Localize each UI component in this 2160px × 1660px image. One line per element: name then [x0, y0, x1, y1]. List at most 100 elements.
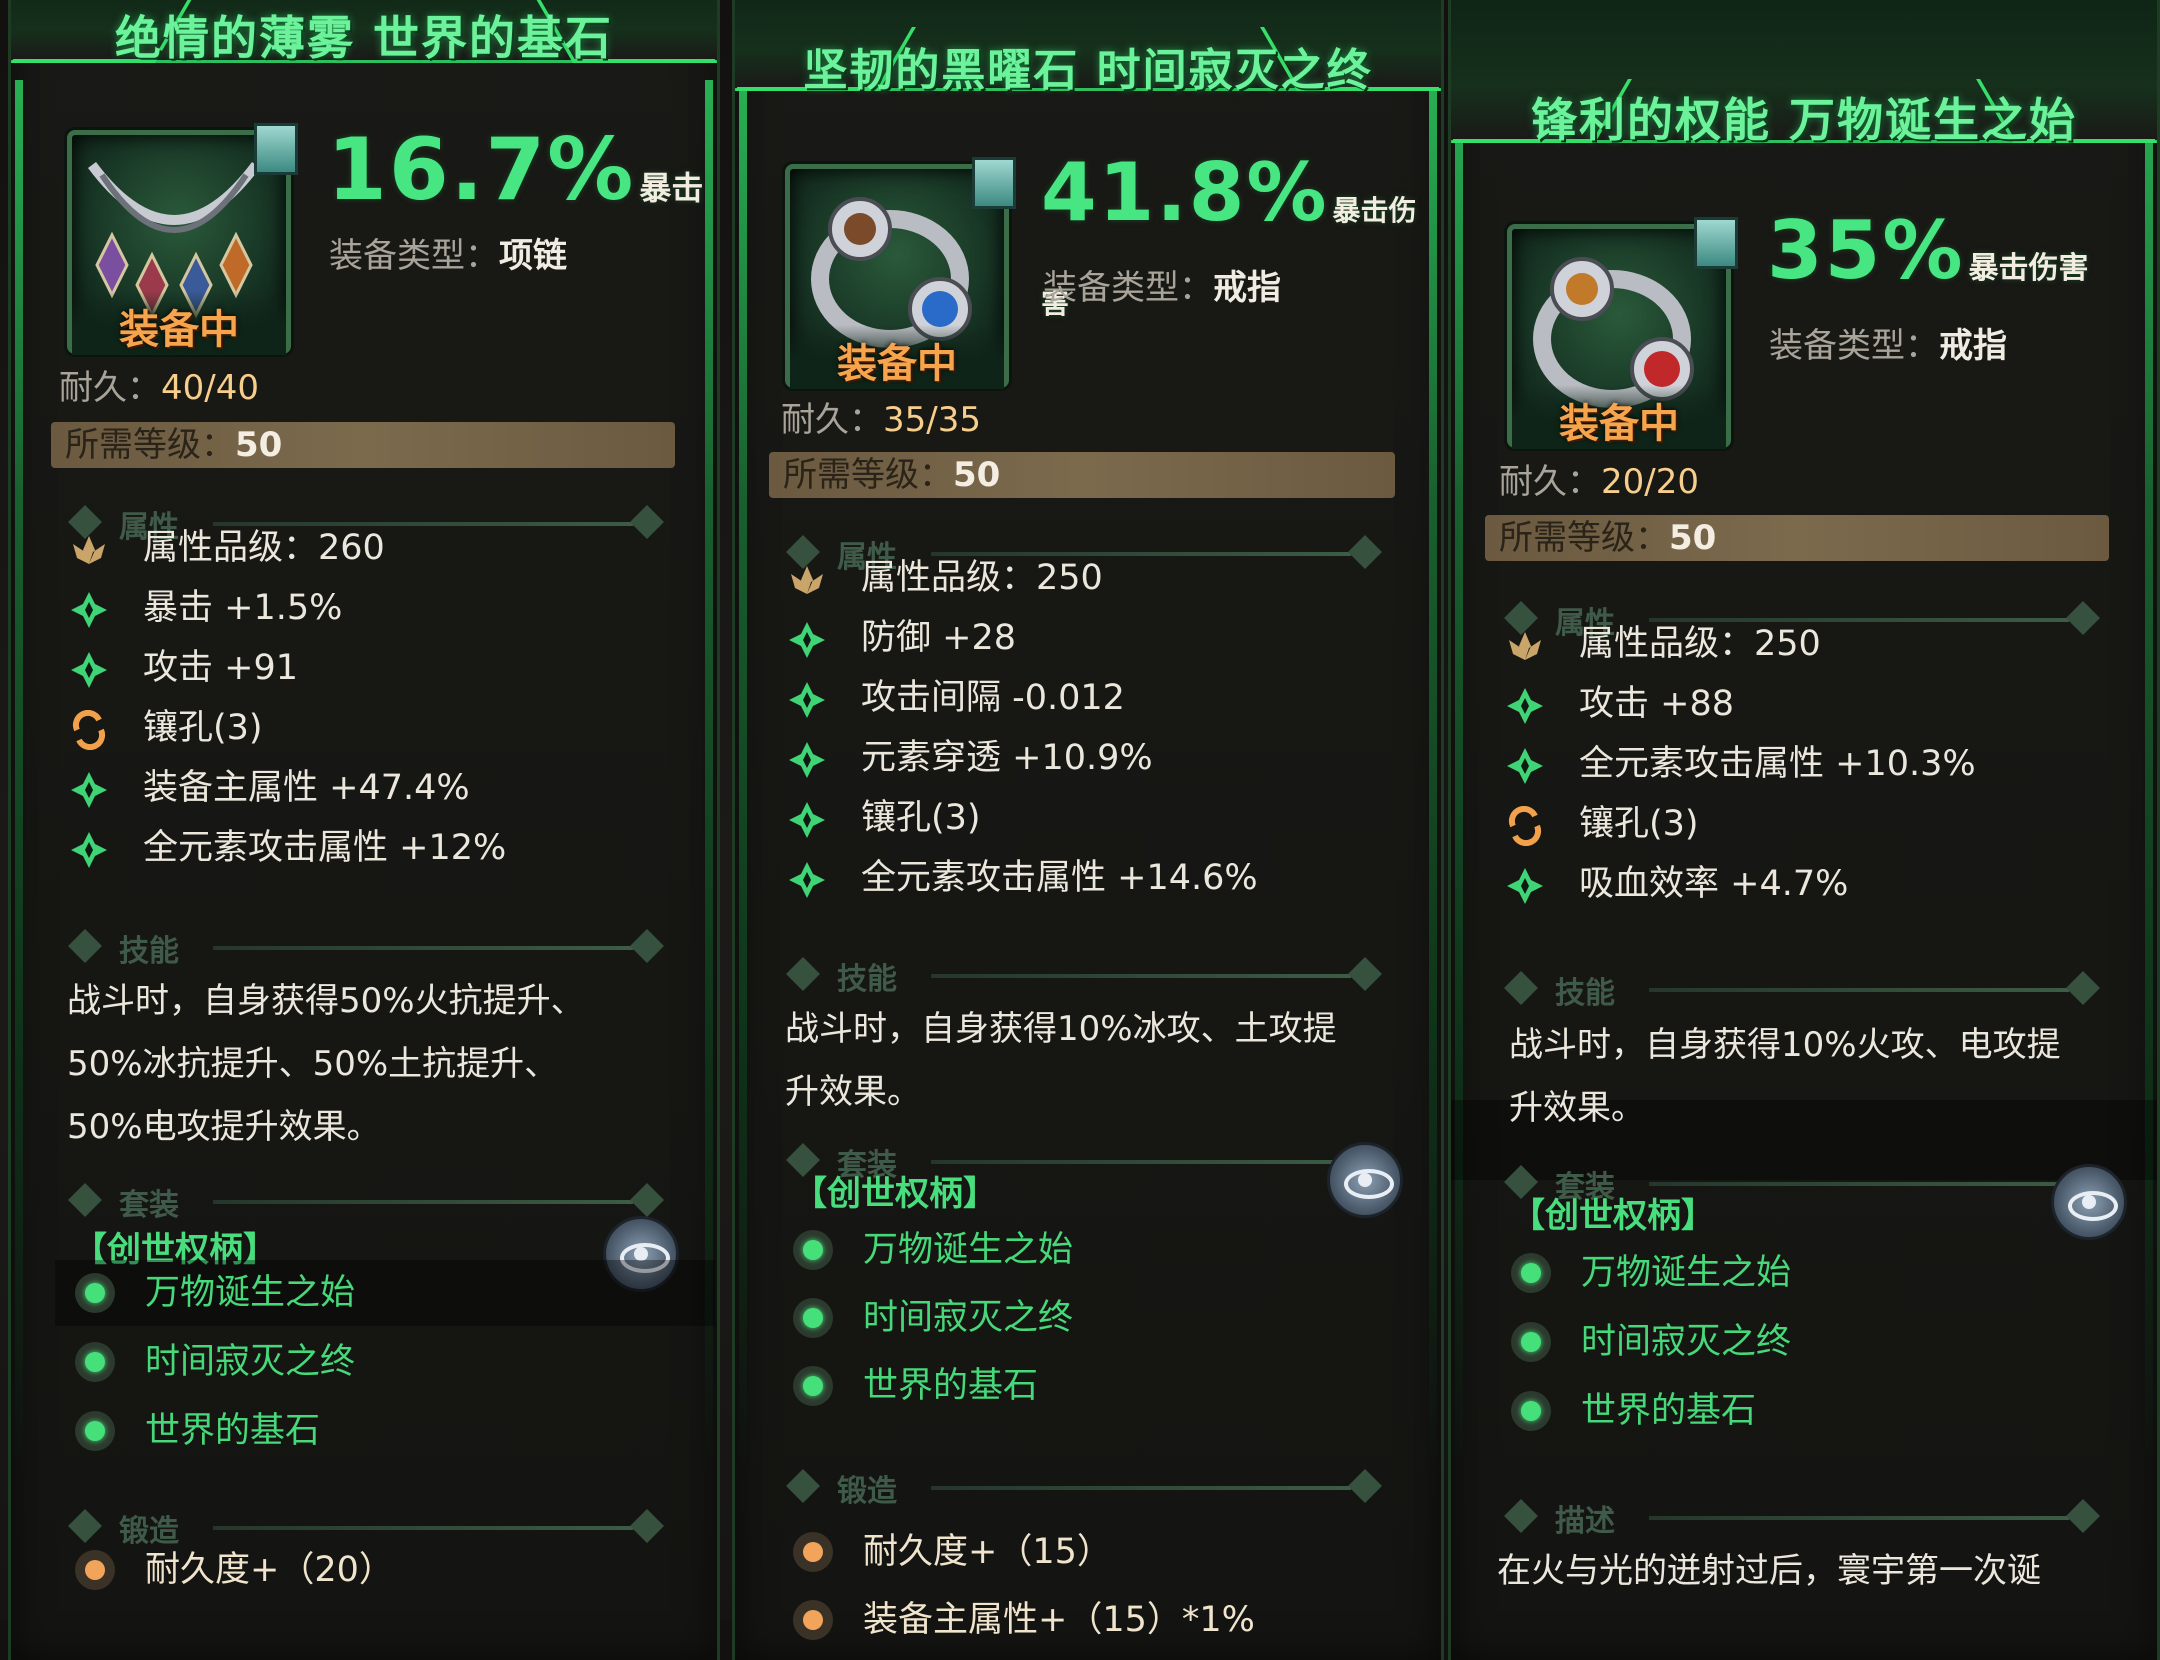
main-stat-value: 41.8% — [1041, 146, 1329, 239]
attr-row: 全元素攻击属性 +10.3% — [1505, 740, 2105, 788]
forge-dot — [793, 1600, 833, 1640]
set-active-dot — [793, 1366, 833, 1406]
item-title: 坚韧的黑曜石 时间寂灭之终 — [803, 45, 1373, 96]
durability-label: 耐久： — [59, 368, 161, 408]
star-icon — [1507, 748, 1543, 784]
item-icon-ring[interactable]: 装备中 — [1507, 217, 1738, 449]
required-level-label: 所需等级： — [783, 455, 953, 495]
star-icon — [789, 862, 825, 898]
item-tooltip-2: 坚韧的黑曜石 时间寂灭之终 装备中 41.8% 暴击伤害 装备类型：戒指 耐久：3… — [732, 0, 1444, 1660]
view-set-eye-button[interactable] — [2051, 1164, 2127, 1240]
skill-text: 战斗时，自身获得10%火攻、电攻提 升效果。 — [1509, 1025, 2061, 1128]
socket-icon — [1508, 806, 1542, 846]
attr-row: 属性品级：250 — [787, 554, 1387, 602]
section-description: 描述 — [1504, 1498, 2100, 1539]
attr-row: 暴击 +1.5% — [69, 584, 669, 632]
item-tooltip-3: 锋利的权能 万物诞生之始 装备中 35% 暴击伤害 装备类型：戒指 耐久：20/2… — [1448, 0, 2160, 1660]
durability: 耐久：35/35 — [781, 392, 981, 441]
required-level-label: 所需等级： — [1499, 518, 1669, 558]
section-set: 套装 — [68, 1182, 664, 1223]
set-item: 时间寂灭之终 — [1511, 1312, 2071, 1372]
view-set-eye-button[interactable] — [1327, 1142, 1403, 1218]
skill-text: 战斗时，自身获得50%火抗提升、 50%冰抗提升、50%土抗提升、 50%电攻提… — [67, 981, 585, 1147]
attr-row: 攻击 +88 — [1505, 680, 2105, 728]
item-title: 绝情的薄雾 世界的基石 — [114, 11, 613, 65]
set-name: 【创世权柄】 — [793, 1174, 997, 1214]
forge-dot — [75, 1550, 115, 1590]
equipped-badge: 装备中 — [790, 325, 1004, 389]
equip-type-value: 戒指 — [1939, 326, 2007, 366]
set-active-dot — [1511, 1322, 1551, 1362]
section-skill: 技能 — [1504, 970, 2100, 1011]
star-icon — [71, 832, 107, 868]
set-active-dot — [75, 1342, 115, 1382]
required-level-bar: 所需等级：50 — [1485, 515, 2109, 561]
equip-type-label: 装备类型： — [329, 236, 499, 276]
attr-row: 防御 +28 — [787, 614, 1387, 662]
attr-row: 装备主属性 +47.4% — [69, 764, 669, 812]
required-level-label: 所需等级： — [65, 425, 235, 465]
equip-type: 装备类型：戒指 — [1043, 260, 1281, 309]
equip-type-value: 戒指 — [1213, 268, 1281, 308]
lotus-icon — [1509, 632, 1541, 660]
main-stat: 16.7% 暴击 — [327, 120, 703, 220]
item-tooltip-1: 绝情的薄雾 世界的基石 装备中 16.7% 暴击 装备类型：项链 耐久：40/40… — [8, 0, 720, 1660]
item-title: 锋利的权能 万物诞生之始 — [1530, 93, 2077, 147]
attr-row: 属性品级：260 — [69, 524, 669, 572]
rarity-tab — [1694, 217, 1738, 269]
required-level-bar: 所需等级：50 — [769, 452, 1395, 498]
star-icon — [71, 592, 107, 628]
attr-row: 属性品级：250 — [1505, 620, 2105, 668]
main-stat-label: 暴击 — [639, 169, 704, 207]
attr-row: 元素穿透 +10.9% — [787, 734, 1387, 782]
rarity-tab — [254, 123, 298, 175]
forge-dot — [793, 1532, 833, 1572]
attr-row: 全元素攻击属性 +14.6% — [787, 854, 1387, 902]
section-skill: 技能 — [786, 956, 1382, 997]
star-icon — [71, 772, 107, 808]
attr-row: 吸血效率 +4.7% — [1505, 860, 2105, 908]
durability: 耐久：40/40 — [59, 360, 259, 409]
set-item: 万物诞生之始 — [1511, 1243, 2071, 1303]
section-forge: 锻造 — [786, 1468, 1382, 1509]
set-item: 万物诞生之始 — [75, 1263, 635, 1323]
item-icon-necklace[interactable]: 装备中 — [67, 123, 298, 355]
set-item: 时间寂灭之终 — [793, 1288, 1353, 1348]
socket-icon — [72, 710, 106, 750]
forge-item: 耐久度+（20） — [75, 1540, 635, 1600]
forge-item: 耐久度+（15） — [793, 1522, 1353, 1582]
durability-label: 耐久： — [781, 400, 883, 440]
set-active-dot — [793, 1230, 833, 1270]
attr-row: 镶孔(3) — [1505, 800, 2105, 848]
attr-row: 攻击 +91 — [69, 644, 669, 692]
set-item: 世界的基石 — [793, 1356, 1353, 1416]
rarity-tab — [972, 157, 1016, 209]
star-icon — [789, 622, 825, 658]
attr-row: 全元素攻击属性 +12% — [69, 824, 669, 872]
attr-row: 镶孔(3) — [69, 704, 669, 752]
equip-type-label: 装备类型： — [1769, 326, 1939, 366]
set-item: 世界的基石 — [1511, 1381, 2071, 1441]
star-icon — [1507, 868, 1543, 904]
set-item: 万物诞生之始 — [793, 1220, 1353, 1280]
equip-type-label: 装备类型： — [1043, 268, 1213, 308]
set-item: 世界的基石 — [75, 1401, 635, 1461]
equipped-badge: 装备中 — [1512, 385, 1726, 449]
main-stat-label: 暴击伤害 — [1968, 251, 2089, 286]
durability-value: 35/35 — [883, 400, 981, 440]
section-skill: 技能 — [68, 928, 664, 969]
main-stat-value: 16.7% — [327, 120, 636, 220]
lotus-icon — [73, 536, 105, 564]
star-icon — [789, 682, 825, 718]
set-item: 时间寂灭之终 — [75, 1332, 635, 1392]
description-text: 在火与光的迸射过后，寰宇第一次诞 — [1497, 1551, 2041, 1591]
forge-item: 装备主属性+（15）*1% — [793, 1590, 1353, 1650]
set-active-dot — [75, 1411, 115, 1451]
set-active-dot — [793, 1298, 833, 1338]
durability-value: 40/40 — [161, 368, 259, 408]
required-level-value: 50 — [1669, 518, 1717, 558]
skill-text: 战斗时，自身获得10%冰攻、土攻提 升效果。 — [785, 1009, 1337, 1112]
required-level-value: 50 — [953, 455, 1001, 495]
item-icon-ring[interactable]: 装备中 — [785, 157, 1016, 389]
durability-label: 耐久： — [1499, 462, 1601, 502]
